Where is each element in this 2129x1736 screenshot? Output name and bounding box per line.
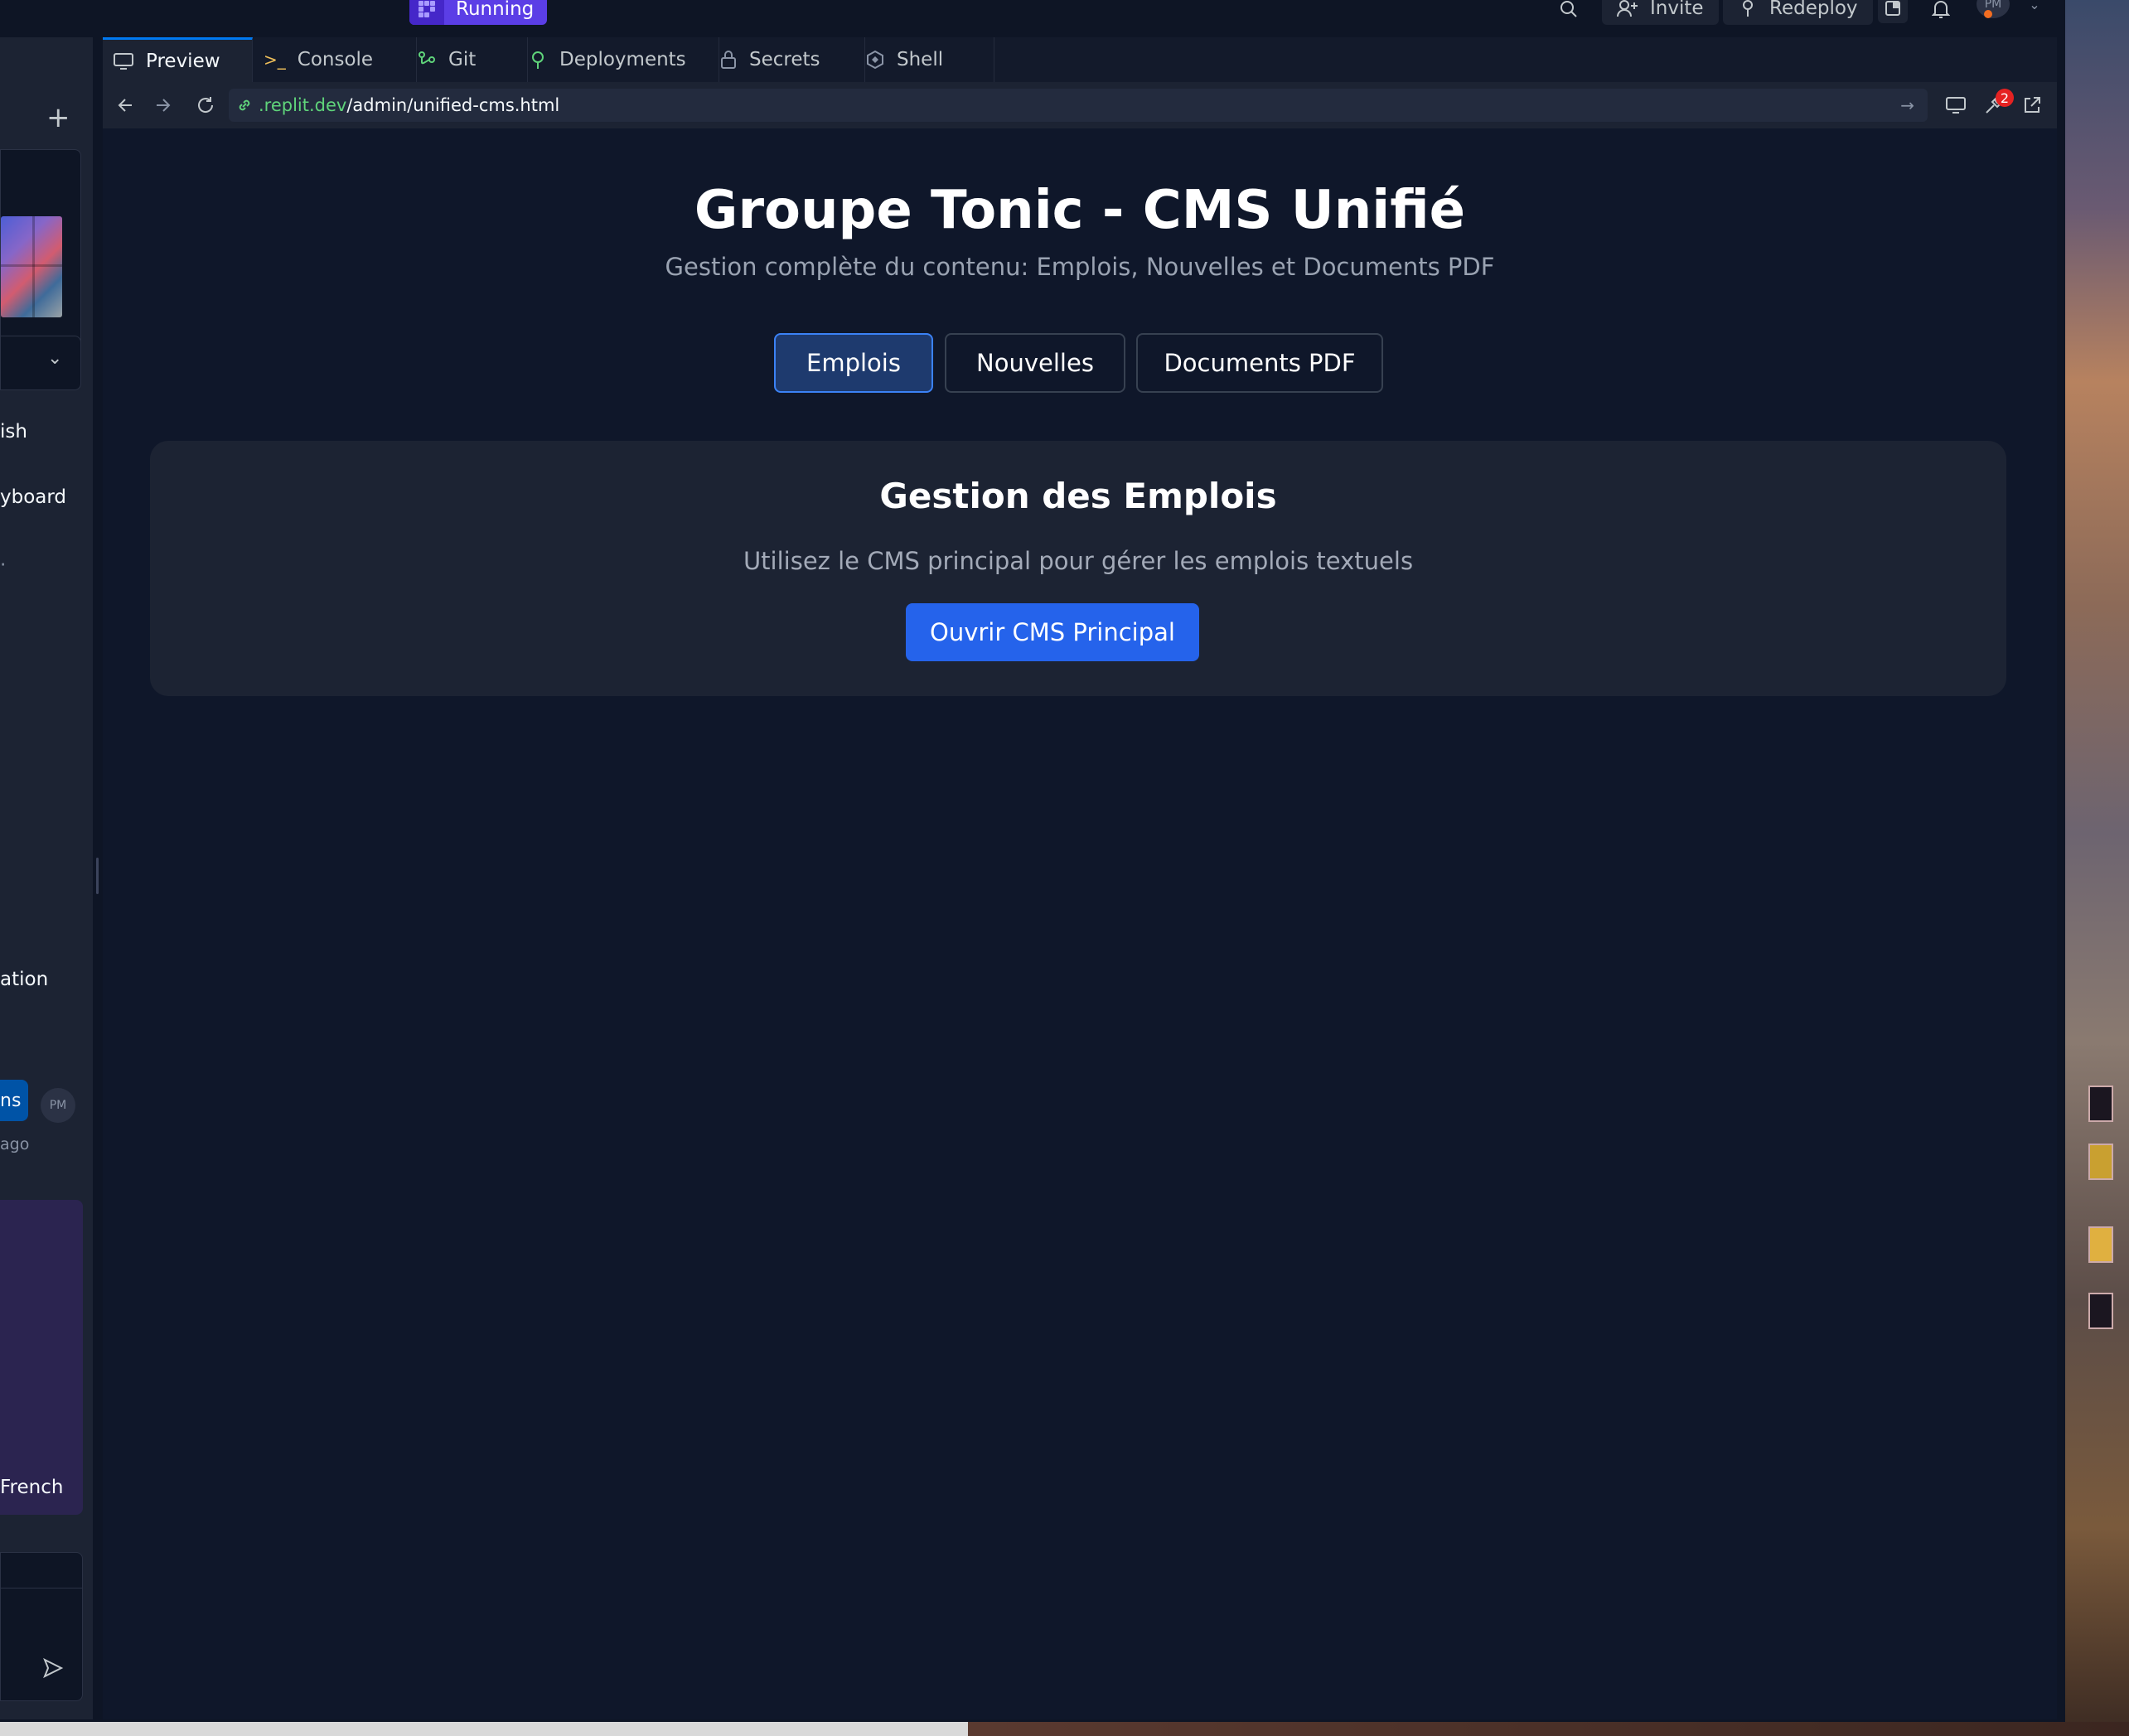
tab-shell[interactable]: Shell bbox=[855, 37, 994, 82]
tab-label: Deployments bbox=[559, 49, 686, 70]
page-title: Groupe Tonic - CMS Unifié bbox=[694, 180, 1466, 241]
new-tab-area: + bbox=[0, 97, 81, 140]
reload-icon[interactable] bbox=[192, 92, 219, 118]
tab-emplois[interactable]: Emplois bbox=[774, 333, 933, 393]
chevron-down-icon[interactable]: ⌄ bbox=[2022, 0, 2047, 17]
resize-handle[interactable] bbox=[96, 858, 99, 894]
shell-icon bbox=[867, 50, 883, 70]
plus-icon[interactable]: + bbox=[46, 104, 70, 132]
git-icon bbox=[419, 51, 435, 65]
chat-input[interactable] bbox=[0, 1552, 83, 1701]
url-host: .replit.dev bbox=[259, 95, 347, 115]
card-title: Gestion des Emplois bbox=[879, 476, 1277, 516]
message-text: ns bbox=[0, 1090, 22, 1111]
message-bubble[interactable]: ns bbox=[0, 1080, 28, 1121]
tab-preview[interactable]: Preview bbox=[103, 37, 253, 82]
preview-pane: Preview >_ Console Git Deployments Secre… bbox=[103, 37, 2057, 1719]
list-item[interactable]: ish bbox=[0, 421, 27, 442]
card-description: Utilisez le CMS principal pour gérer les… bbox=[743, 547, 1414, 575]
resize-gutter[interactable] bbox=[93, 37, 103, 1719]
tab-label: Console bbox=[297, 49, 374, 70]
notification-badge: 2 bbox=[1996, 89, 2014, 107]
window-decoration bbox=[2088, 1226, 2113, 1263]
deploy-icon bbox=[1743, 0, 1753, 17]
deploy-icon bbox=[532, 51, 544, 69]
tab-label: Preview bbox=[146, 50, 220, 72]
redeploy-label: Redeploy bbox=[1769, 0, 1858, 19]
search-icon[interactable] bbox=[1556, 0, 1581, 22]
link-icon bbox=[239, 99, 250, 111]
invite-button[interactable]: Invite bbox=[1602, 0, 1719, 25]
status-dot bbox=[1984, 10, 1992, 18]
list-item-bullet: · bbox=[0, 554, 7, 576]
tab-deployments[interactable]: Deployments bbox=[518, 37, 719, 82]
avatar[interactable]: PM bbox=[1977, 0, 2010, 18]
window-decoration bbox=[2088, 1086, 2113, 1122]
emplois-card: Gestion des Emplois Utilisez le CMS prin… bbox=[150, 441, 2006, 696]
bell-icon[interactable] bbox=[1928, 0, 1953, 22]
page-subtitle: Gestion complète du contenu: Emplois, No… bbox=[665, 253, 1495, 281]
url-field[interactable]: .replit.dev/admin/unified-cms.html → bbox=[229, 89, 1928, 122]
list-item[interactable]: yboard bbox=[0, 486, 66, 508]
tab-git[interactable]: Git bbox=[407, 37, 528, 82]
lock-icon bbox=[721, 51, 736, 69]
devtools-wrench-icon[interactable]: 2 bbox=[1981, 89, 2014, 118]
dropdown-select[interactable]: ⌄ bbox=[0, 336, 81, 390]
send-icon[interactable] bbox=[42, 1657, 64, 1682]
invite-label: Invite bbox=[1650, 0, 1704, 19]
devices-icon[interactable] bbox=[1943, 92, 1969, 118]
address-bar: .replit.dev/admin/unified-cms.html → 2 bbox=[103, 82, 2057, 128]
agent-card: French bbox=[0, 1200, 83, 1515]
avatar: PM bbox=[41, 1088, 75, 1123]
run-status-button[interactable]: Running bbox=[409, 0, 547, 25]
agent-card-text: French bbox=[0, 1477, 64, 1498]
terminal-icon: >_ bbox=[264, 50, 286, 70]
url-path: /admin/unified-cms.html bbox=[346, 95, 560, 115]
go-arrow-icon[interactable]: → bbox=[1900, 95, 1914, 115]
toggle-panel-icon[interactable] bbox=[1878, 0, 1908, 23]
window-decoration bbox=[2088, 1144, 2113, 1180]
list-item[interactable]: ation bbox=[0, 969, 48, 990]
left-panel: + ⌄ ish yboard · ation ns PM ago French bbox=[0, 37, 93, 1719]
tab-label: Git bbox=[448, 49, 477, 70]
run-icon bbox=[409, 0, 444, 25]
add-user-icon bbox=[1617, 0, 1638, 17]
run-status-label: Running bbox=[456, 0, 535, 20]
window-decoration bbox=[2088, 1293, 2113, 1329]
desktop-wallpaper bbox=[2065, 0, 2129, 1736]
tab-documents-pdf[interactable]: Documents PDF bbox=[1136, 333, 1383, 393]
top-bar: Running Invite Redeploy PM ⌄ bbox=[0, 0, 2065, 37]
taskbar-strip bbox=[0, 1722, 2129, 1736]
tab-nouvelles[interactable]: Nouvelles bbox=[945, 333, 1125, 393]
chevron-down-icon: ⌄ bbox=[47, 348, 63, 369]
tab-label: Shell bbox=[897, 49, 944, 70]
redeploy-button[interactable]: Redeploy bbox=[1723, 0, 1873, 25]
forward-arrow-icon[interactable] bbox=[151, 92, 177, 118]
external-link-icon[interactable] bbox=[2019, 92, 2045, 118]
tab-label: Secrets bbox=[749, 49, 820, 70]
preview-thumbnail bbox=[1, 216, 62, 317]
message-timestamp: ago bbox=[0, 1135, 30, 1153]
preview-card[interactable] bbox=[0, 149, 81, 360]
tab-bar: Preview >_ Console Git Deployments Secre… bbox=[103, 37, 2057, 82]
monitor-icon bbox=[114, 52, 133, 70]
back-arrow-icon[interactable] bbox=[111, 92, 138, 118]
avatar-initials: PM bbox=[49, 1099, 67, 1112]
open-main-cms-button[interactable]: Ouvrir CMS Principal bbox=[906, 603, 1199, 661]
webpage-content: Groupe Tonic - CMS Unifié Gestion complè… bbox=[103, 128, 2057, 1719]
tab-secrets[interactable]: Secrets bbox=[709, 37, 865, 82]
tab-console[interactable]: >_ Console bbox=[254, 37, 417, 82]
